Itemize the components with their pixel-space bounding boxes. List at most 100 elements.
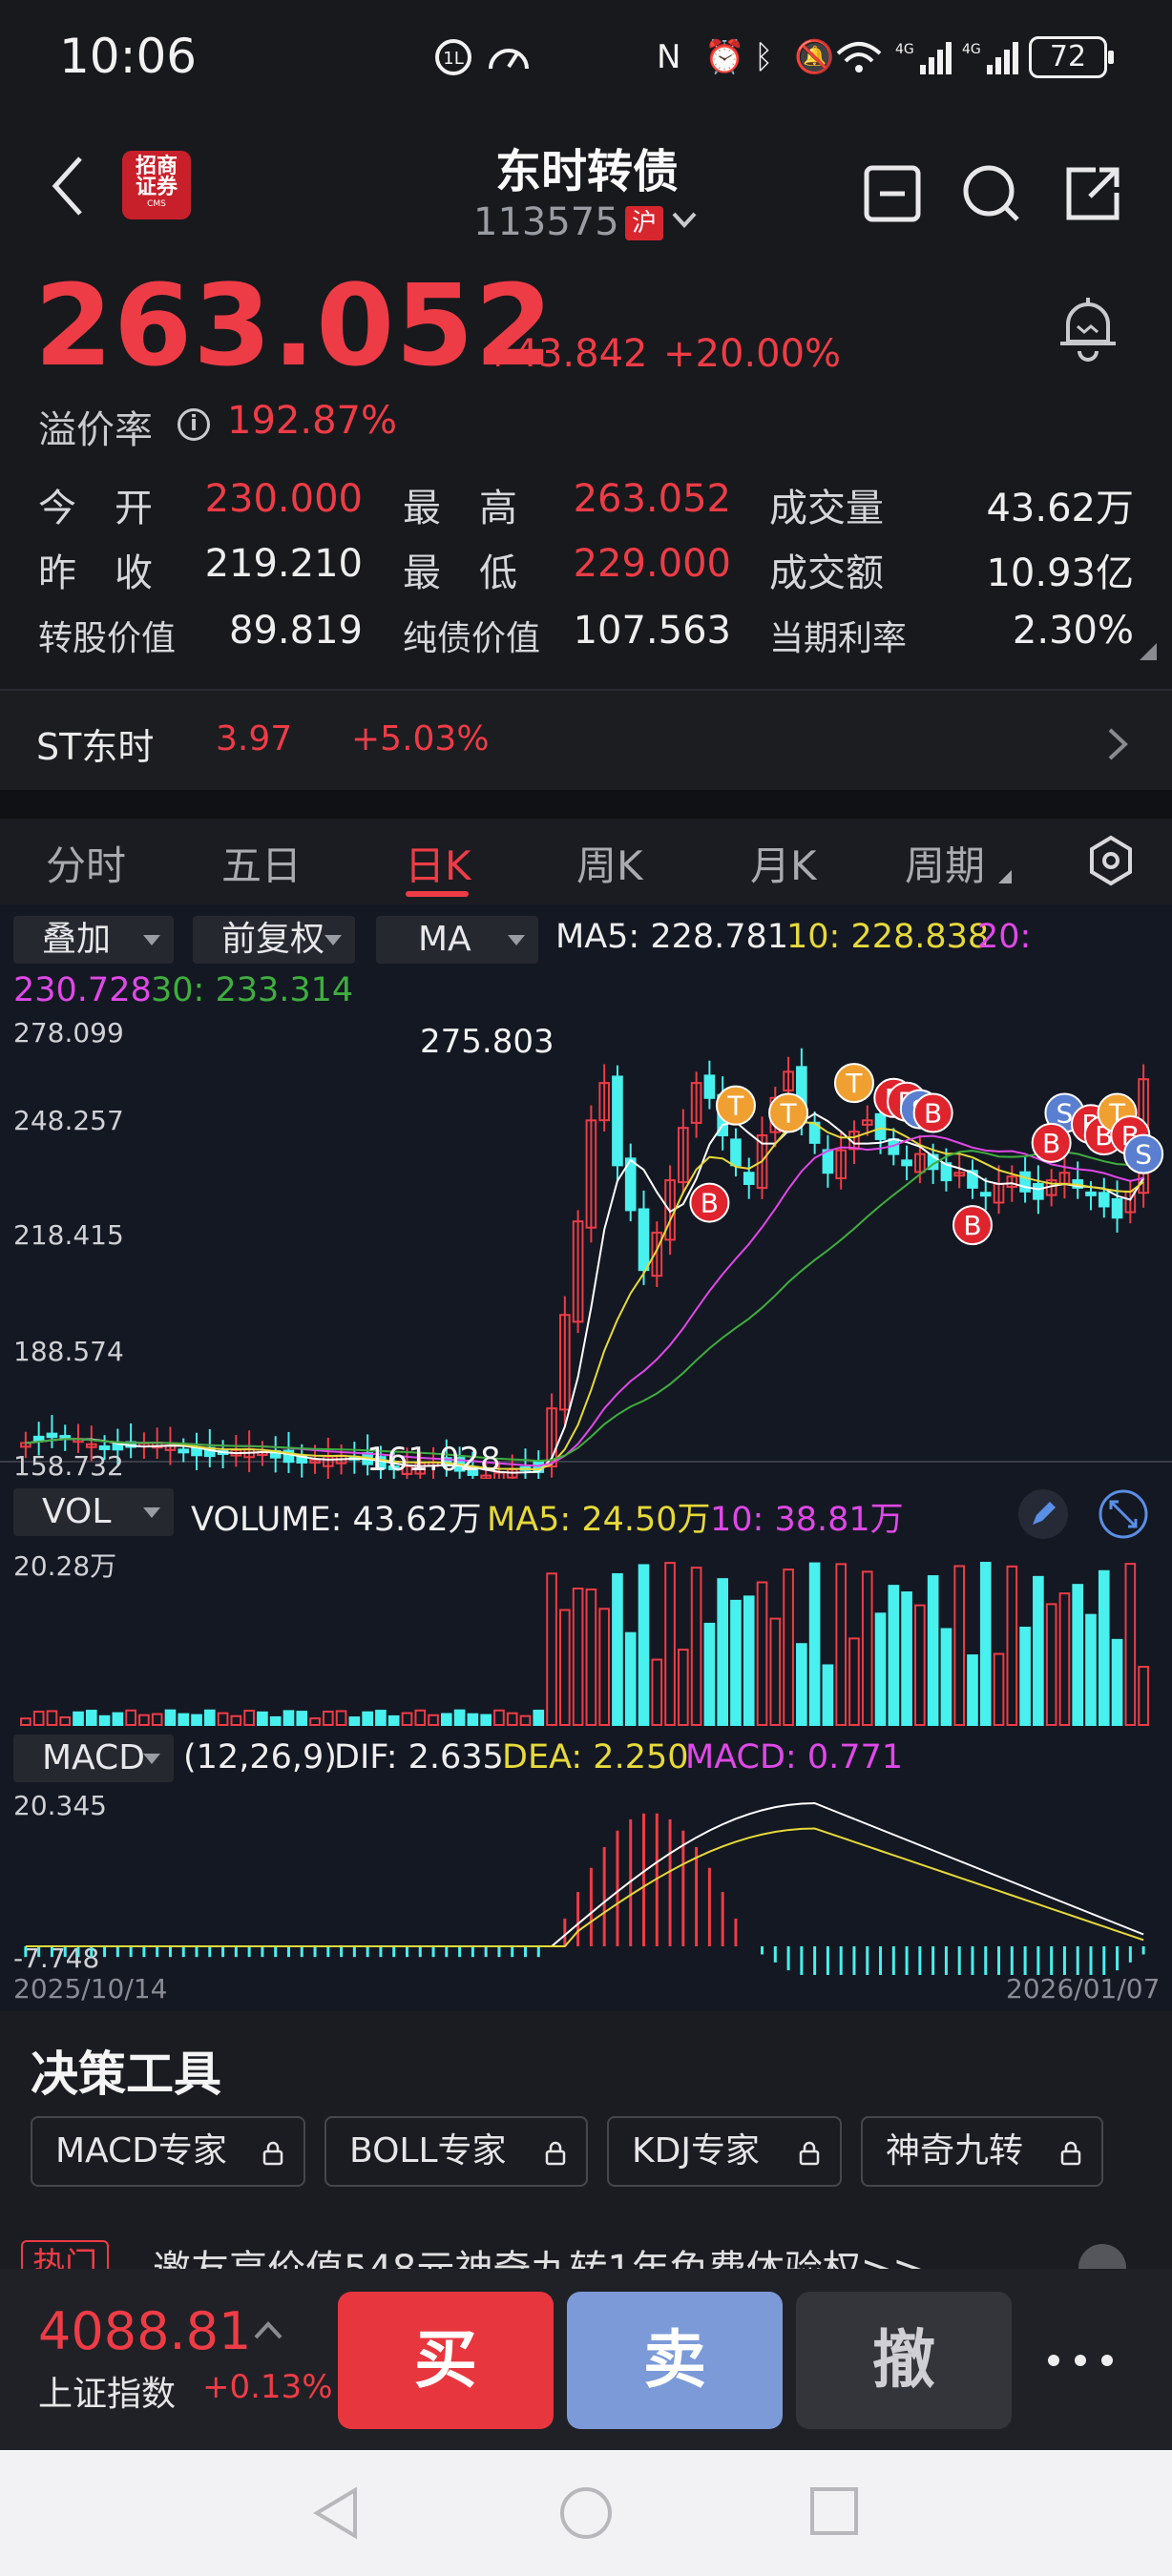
svg-text:1L: 1L [443, 49, 463, 69]
volume-indicator-dropdown[interactable]: VOL [13, 1488, 174, 1536]
sell-button[interactable]: 卖 [567, 2292, 783, 2429]
volume-bar [835, 1563, 848, 1727]
price-alert-bell-icon[interactable] [1055, 294, 1121, 363]
broker-logo: 招商证券 CMS [122, 151, 191, 219]
tab-weekly-k[interactable]: 周K [576, 834, 643, 892]
expand-corner-icon[interactable] [1140, 643, 1157, 660]
conversion-value-label: 转股价值 [38, 619, 177, 658]
volume-bar [1019, 1627, 1031, 1726]
volume-bar [743, 1595, 755, 1726]
ma20-legend-value: 230.728 [13, 971, 152, 1009]
back-button[interactable] [50, 153, 88, 219]
trade-marker-label: B [1042, 1128, 1060, 1159]
share-icon[interactable] [1061, 162, 1124, 225]
boll-expert-button[interactable]: BOLL专家 [324, 2116, 588, 2187]
candlestick-chart[interactable]: BTTTBBSBBSBBBTBS [0, 1011, 1172, 1479]
candle-body [46, 1432, 58, 1439]
trade-marker-label: B [924, 1097, 942, 1129]
info-icon[interactable]: i [178, 408, 210, 441]
underlying-stock-price: 3.97 [216, 719, 293, 758]
nav-home-icon[interactable] [557, 2484, 615, 2542]
volume-bar [572, 1588, 584, 1726]
volume-bar [519, 1714, 532, 1726]
volume-bar [85, 1710, 97, 1727]
nav-recents-icon[interactable] [807, 2484, 861, 2538]
bond-value-label: 纯债价值 [403, 619, 541, 658]
candle-body [32, 1435, 45, 1442]
nav-back-icon[interactable] [309, 2484, 363, 2542]
close-icon[interactable] [1078, 2244, 1126, 2269]
underlying-stock-row[interactable] [0, 691, 1172, 790]
index-name: 上证指数 [38, 2375, 177, 2414]
volume-bar [1124, 1563, 1137, 1726]
buy-button[interactable]: 买 [338, 2292, 554, 2429]
volume-bar [467, 1713, 479, 1727]
last-price: 263.052 [34, 260, 555, 391]
alarm-icon: ⏰ [704, 38, 745, 76]
adjust-dropdown[interactable]: 前复权 [193, 916, 355, 964]
volume-bar [940, 1628, 952, 1726]
overlay-dropdown[interactable]: 叠加 [13, 916, 174, 964]
volume-bar-chart[interactable] [0, 1546, 1172, 1729]
period-dropdown-icon[interactable] [998, 870, 1012, 883]
tab-daily-k[interactable]: 日K [405, 834, 471, 892]
volume-bar [257, 1711, 268, 1726]
volume-bar [533, 1710, 545, 1726]
volume-bar [428, 1714, 439, 1727]
index-value[interactable]: 4088.81 [38, 2301, 251, 2361]
volume-bar [730, 1599, 742, 1726]
settings-hexagon-icon[interactable] [1088, 834, 1134, 887]
chevron-up-icon[interactable] [252, 2318, 284, 2341]
ma5-line [25, 1112, 1144, 1474]
high-price-marker: 275.803 [420, 1023, 555, 1061]
kdj-expert-button[interactable]: KDJ专家 [607, 2116, 842, 2187]
search-icon[interactable] [960, 162, 1023, 225]
indicator-dropdown[interactable]: MA [376, 916, 538, 964]
chevron-right-icon[interactable] [1105, 725, 1130, 763]
minimize-icon[interactable] [861, 162, 924, 225]
fullscreen-expand-icon[interactable] [1098, 1488, 1149, 1540]
tab-monthly-k[interactable]: 月K [750, 834, 817, 892]
volume-bar [387, 1714, 400, 1726]
prev-close-label: 昨 收 [38, 551, 153, 595]
chevron-down-icon[interactable] [670, 202, 699, 237]
status-bar: 10:06 1L N ⏰ ᛒ 🔕 4G 4G 72 [0, 0, 1172, 114]
draw-pencil-icon[interactable] [1017, 1488, 1069, 1540]
low-price-marker: 161.028 [366, 1441, 501, 1479]
volume-bar [335, 1710, 347, 1726]
more-options-icon[interactable] [1042, 2341, 1119, 2379]
promo-text[interactable]: 邀友享价值548元神奇九转1年免费体验权>> [153, 2238, 925, 2269]
broker-logo-sub: CMS [147, 199, 166, 209]
magic-nine-button[interactable]: 神奇九转 [861, 2116, 1103, 2187]
candle-body [178, 1448, 190, 1454]
volume-bar [1098, 1569, 1110, 1726]
stock-code[interactable]: 113575 [473, 200, 619, 244]
price-axis-label: 278.099 [13, 1017, 124, 1049]
tab-intraday[interactable]: 分时 [46, 834, 126, 892]
tab-period[interactable]: 周期 [905, 834, 985, 892]
macd-indicator-dropdown[interactable]: MACD [13, 1735, 174, 1782]
volume-label: 成交量 [769, 487, 884, 530]
volume-bar [296, 1711, 308, 1726]
tab-five-day[interactable]: 五日 [221, 834, 302, 892]
lock-icon [799, 2141, 820, 2166]
volume-bar [322, 1711, 334, 1726]
trade-marker-label: S [1135, 1139, 1152, 1171]
price-axis-label: 218.415 [13, 1219, 124, 1251]
volume-bar [203, 1709, 216, 1726]
ma30-legend: 30: 233.314 [151, 971, 354, 1009]
ma20-legend-label: 20: [977, 918, 1032, 956]
premium-rate-value: 192.87% [227, 399, 397, 443]
promo-banner[interactable]: 热门 邀友享价值548元神奇九转1年免费体验权>> [0, 2221, 1172, 2269]
volume-bar [1033, 1575, 1044, 1727]
overlay-label: 叠加 [42, 920, 112, 959]
volume-bar [927, 1575, 939, 1726]
candle-body [730, 1138, 742, 1167]
cancel-order-button[interactable]: 撤 [796, 2292, 1012, 2429]
macd-chart[interactable] [0, 1794, 1172, 1975]
indicator-label: MA [418, 920, 471, 959]
volume-bar [1111, 1638, 1123, 1726]
macd-expert-button[interactable]: MACD专家 [31, 2116, 305, 2187]
date-start: 2025/10/14 [13, 1973, 168, 2005]
volume-bar [624, 1631, 637, 1726]
